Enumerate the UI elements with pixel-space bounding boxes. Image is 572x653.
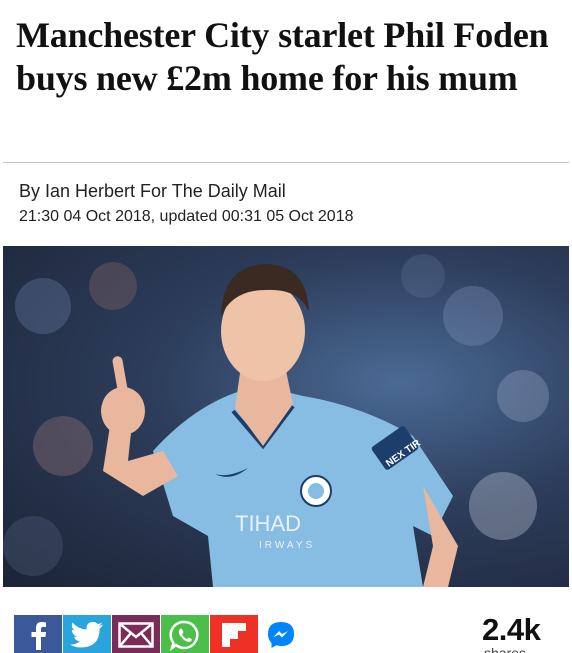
share-bar <box>14 615 304 653</box>
share-count: 2.4k <box>482 612 541 647</box>
share-email-button[interactable] <box>112 615 160 653</box>
whatsapp-icon <box>169 620 199 651</box>
share-count-label: shares <box>484 645 527 653</box>
article-photo: TIHAD IRWAYS NEX TIR <box>3 246 569 587</box>
shirt-sponsor-subtext: IRWAYS <box>259 540 315 551</box>
flipboard-icon <box>222 623 246 647</box>
player-illustration: TIHAD IRWAYS NEX TIR <box>3 254 549 587</box>
share-facebook-button[interactable] <box>14 615 62 653</box>
share-flipboard-button[interactable] <box>210 615 258 653</box>
article-headline: Manchester City starlet Phil Foden buys … <box>16 15 549 98</box>
share-messenger-button[interactable] <box>259 615 303 653</box>
article-dateline: 21:30 04 Oct 2018, updated 00:31 05 Oct … <box>19 208 354 225</box>
article-byline[interactable]: By Ian Herbert For The Daily Mail <box>19 181 286 202</box>
twitter-icon <box>70 622 103 648</box>
messenger-icon <box>268 622 294 648</box>
email-icon <box>118 622 154 648</box>
shirt-sponsor-text: TIHAD <box>235 511 301 536</box>
share-whatsapp-button[interactable] <box>161 615 209 653</box>
divider <box>3 162 569 163</box>
share-twitter-button[interactable] <box>63 615 111 653</box>
facebook-icon <box>31 622 46 650</box>
